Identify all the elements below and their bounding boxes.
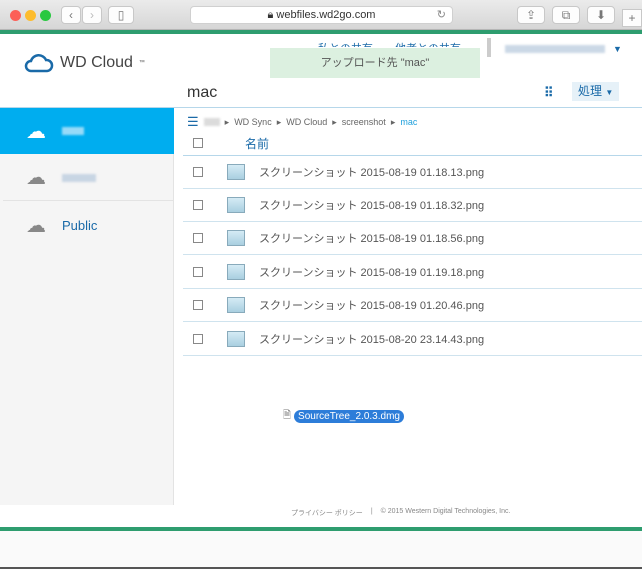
user-menu[interactable]: ▼ (505, 44, 622, 54)
address-bar[interactable]: 🔒︎ webfiles.wd2go.com ↻ (190, 6, 453, 24)
sidebar-item-shared[interactable]: ☁ (3, 155, 173, 201)
shared-cloud-icon: ☁ (26, 167, 46, 189)
back-button[interactable]: ‹ (61, 6, 81, 24)
logo-tm: ™ (138, 60, 145, 66)
row-checkbox[interactable] (193, 233, 203, 243)
image-file-icon (227, 230, 245, 246)
lock-icon: 🔒︎ (267, 9, 274, 21)
sidebar-toggle-button[interactable]: ▯ (108, 6, 134, 24)
menu-icon[interactable]: ☰ (187, 114, 199, 130)
sidebar-item-public[interactable]: ☁ Public (0, 202, 174, 248)
sidebar-item-label (62, 173, 96, 182)
row-checkbox[interactable] (193, 200, 203, 210)
dragged-file[interactable]: 🗎 SourceTree_2.0.3.dmg (283, 408, 404, 425)
divider (487, 38, 491, 57)
file-name[interactable]: スクリーンショット 2015-08-19 01.20.46.png (259, 297, 484, 313)
table-row[interactable]: スクリーンショット 2015-08-19 01.20.46.png (183, 289, 642, 322)
table-row[interactable]: スクリーンショット 2015-08-19 01.18.32.png (183, 189, 642, 222)
breadcrumb: ☰ ▸ WD Sync ▸ WD Cloud ▸ screenshot ▸ mac (187, 114, 418, 130)
select-all-checkbox[interactable] (193, 138, 203, 148)
sidebar-item-label (62, 127, 84, 135)
copyright-text: © 2015 Western Digital Technologies, Inc… (380, 508, 511, 515)
action-menu-button[interactable]: 処理 ▼ (572, 82, 620, 101)
row-checkbox[interactable] (193, 167, 203, 177)
table-row[interactable]: スクリーンショット 2015-08-20 23.14.43.png (183, 323, 642, 356)
cloud-logo-icon (24, 54, 54, 73)
row-checkbox[interactable] (193, 300, 203, 310)
grid-view-icon[interactable]: ⠿ (544, 85, 554, 101)
folder-title: mac (187, 84, 218, 101)
table-row[interactable]: スクリーンショット 2015-08-19 01.19.18.png (183, 256, 642, 289)
close-window-button[interactable] (10, 10, 21, 21)
file-name[interactable]: スクリーンショット 2015-08-19 01.18.13.png (259, 164, 484, 180)
footer: プライバシー ポリシー | © 2015 Western Digital Tec… (291, 508, 510, 518)
image-file-icon (227, 164, 245, 180)
image-file-icon (227, 264, 245, 280)
tabs-button[interactable]: ⧉ (552, 6, 580, 24)
document-icon: 🗎 (283, 410, 292, 421)
sidebar: ☁ ☁ ☁ Public (0, 108, 174, 505)
file-name[interactable]: スクリーンショット 2015-08-20 23.14.43.png (259, 331, 484, 347)
dragged-file-name: SourceTree_2.0.3.dmg (294, 410, 404, 423)
table-header: 名前 (183, 131, 642, 156)
sidebar-item-personal[interactable]: ☁ (0, 108, 174, 154)
forward-button[interactable]: › (82, 6, 102, 24)
row-checkbox[interactable] (193, 334, 203, 344)
cloud-icon: ☁ (26, 120, 46, 143)
breadcrumb-item[interactable]: screenshot (342, 117, 386, 127)
breadcrumb-item[interactable]: WD Sync (234, 117, 272, 127)
url-text: webfiles.wd2go.com (276, 9, 376, 21)
row-checkbox[interactable] (193, 267, 203, 277)
wd-cloud-logo[interactable]: WD Cloud ™ (24, 53, 145, 73)
logo-text: WD Cloud (60, 54, 133, 71)
downloads-button[interactable]: ⬇ (587, 6, 615, 24)
zoom-window-button[interactable] (40, 10, 51, 21)
page-bottom (0, 531, 642, 569)
share-button[interactable]: ⇪ (517, 6, 545, 24)
chevron-down-icon: ▼ (613, 44, 622, 54)
privacy-policy-link[interactable]: プライバシー ポリシー (291, 508, 363, 518)
file-name[interactable]: スクリーンショット 2015-08-19 01.18.32.png (259, 197, 484, 213)
image-file-icon (227, 197, 245, 213)
table-row[interactable]: スクリーンショット 2015-08-19 01.18.13.png (183, 156, 642, 189)
browser-toolbar: ‹ › ▯ 🔒︎ webfiles.wd2go.com ↻ ⇪ ⧉ ⬇ + (0, 0, 642, 30)
breadcrumb-current: mac (400, 117, 418, 127)
file-name[interactable]: スクリーンショット 2015-08-19 01.18.56.png (259, 230, 484, 246)
new-tab-button[interactable]: + (622, 9, 642, 27)
reload-icon[interactable]: ↻ (437, 7, 446, 23)
chevron-down-icon: ▼ (605, 88, 614, 97)
breadcrumb-item[interactable]: WD Cloud (286, 117, 327, 127)
minimize-window-button[interactable] (25, 10, 36, 21)
column-header-name[interactable]: 名前 (245, 135, 269, 152)
file-name[interactable]: スクリーンショット 2015-08-19 01.19.18.png (259, 264, 484, 280)
table-row[interactable]: スクリーンショット 2015-08-19 01.18.56.png (183, 222, 642, 255)
footer-separator: | (370, 508, 373, 515)
shared-cloud-icon: ☁ (26, 214, 46, 237)
image-file-icon (227, 331, 245, 347)
action-label: 処理 (578, 84, 603, 98)
image-file-icon (227, 297, 245, 313)
top-accent-bar (0, 30, 642, 34)
upload-toast: アップロード先 "mac" (270, 48, 480, 78)
sidebar-item-label: Public (62, 217, 98, 233)
